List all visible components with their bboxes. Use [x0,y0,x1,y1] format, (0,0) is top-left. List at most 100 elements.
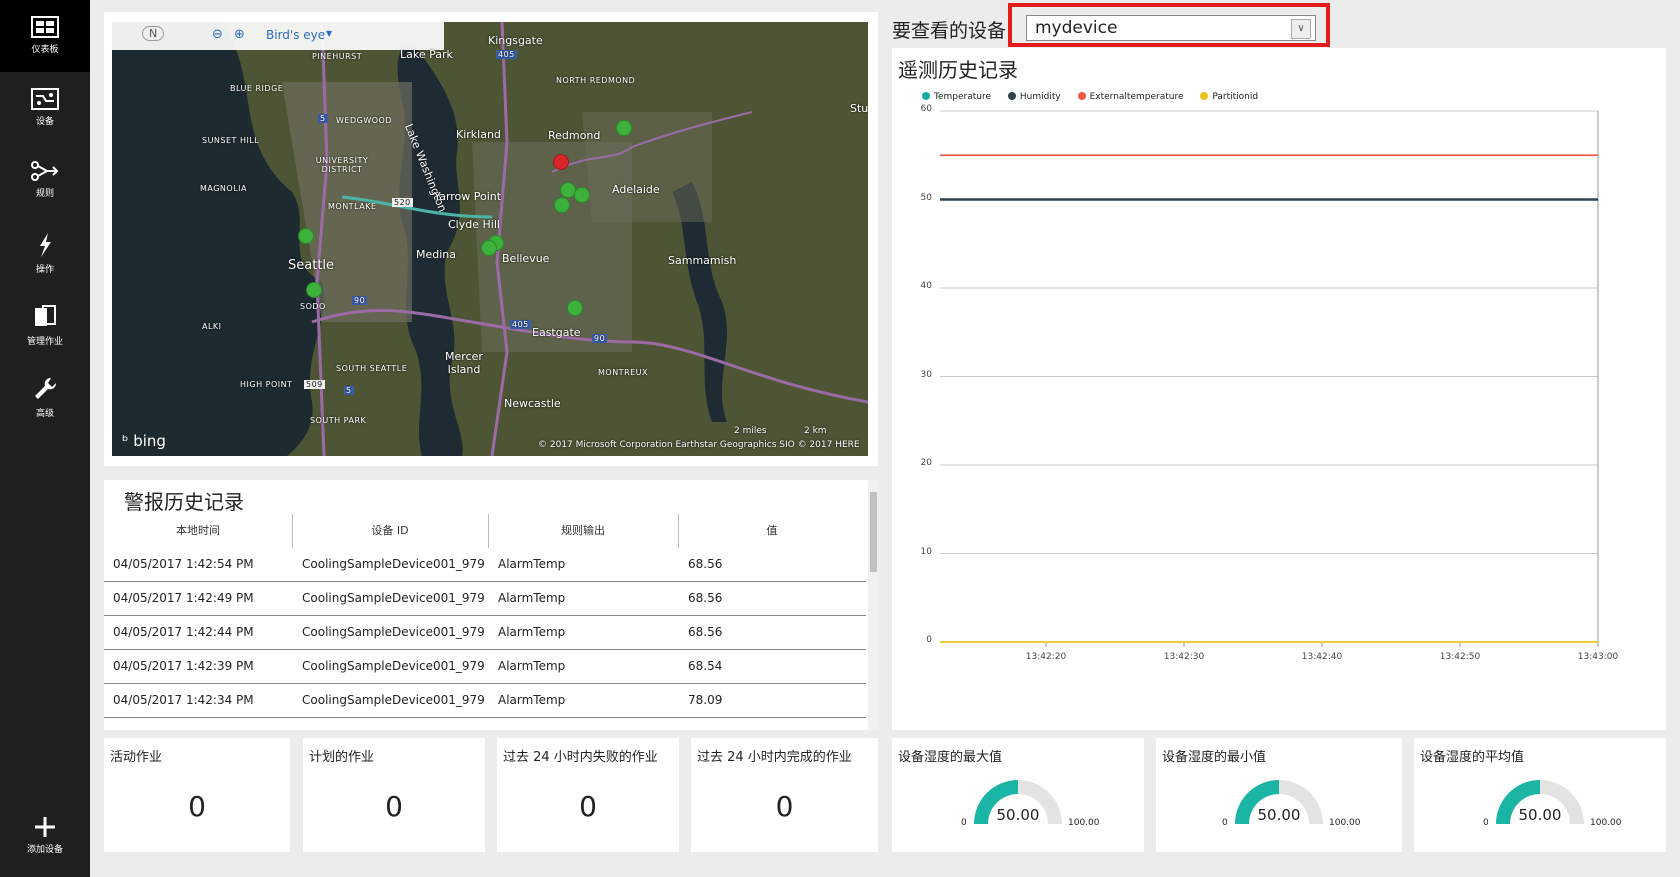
cell-time: 04/05/2017 1:42:39 PM [113,659,254,673]
highway-shield: 5 [344,386,354,395]
highway-shield: 405 [510,320,531,329]
legend-item-externaltemperature[interactable]: Externaltemperature [1077,92,1184,102]
tile-title: 计划的作业 [309,750,375,765]
sidebar-item-label: 高级 [35,409,54,419]
sidebar-item-rules[interactable]: 规则 [0,144,90,216]
sidebar: 仪表板 设备 规则 操作 管理作业 高级 添加设备 [0,0,90,877]
chevron-down-icon[interactable]: ▼ [326,29,332,38]
map-label: BLUE RIDGE [230,84,284,93]
gauge-max: 100.00 [1329,818,1361,828]
add-device-label: 添加设备 [26,845,63,855]
telemetry-panel: 遥测历史记录 Temperature Humidity Externaltemp… [892,48,1666,730]
chevron-down-icon[interactable]: ∨ [1291,19,1311,39]
cell-rule-output: AlarmTemp [498,659,566,673]
map-label: Bellevue [502,252,550,265]
cell-time: 04/05/2017 1:42:54 PM [113,557,254,571]
tile-scheduled-jobs[interactable]: 计划的作业 0 [303,738,485,852]
map-label: Clyde Hill [448,218,500,231]
map-label: Kingsgate [488,34,543,47]
highway-shield: 90 [592,334,608,343]
tile-value: 0 [775,790,794,823]
highway-shield: 90 [352,296,368,305]
tile-completed-jobs[interactable]: 过去 24 小时内完成的作业 0 [691,738,878,852]
table-row[interactable]: 04/05/2017 1:42:44 PM CoolingSampleDevic… [104,616,866,650]
table-row[interactable]: 04/05/2017 1:42:54 PM CoolingSampleDevic… [104,548,866,582]
gauge-max: 100.00 [1068,818,1100,828]
cell-value: 68.54 [688,659,723,673]
compass-button[interactable]: N [142,26,165,41]
lightning-icon [40,233,51,257]
x-tick-label: 13:43:00 [1577,652,1619,662]
map-label: Stu [850,102,868,115]
device-pin[interactable] [298,228,314,244]
sidebar-item-advanced[interactable]: 高级 [0,360,90,432]
device-select-label: 要查看的设备 [892,20,1007,42]
zoom-in-icon[interactable]: ⊕ [234,27,245,42]
map-label: PINEHURST [312,52,363,61]
sidebar-item-devices[interactable]: 设备 [0,72,90,144]
map-label: Medina [416,248,457,261]
device-pin[interactable] [306,282,322,298]
map-label: Lake Park [400,48,453,61]
scrollbar-thumb[interactable] [870,492,877,572]
device-pin[interactable] [554,197,570,213]
highway-shield: 405 [496,50,517,59]
map-view-dropdown[interactable]: Bird's eye [266,28,325,42]
sidebar-item-dashboard[interactable]: 仪表板 [0,0,90,72]
tile-title: 过去 24 小时内失败的作业 [503,750,658,765]
device-pin-alarm[interactable] [553,154,569,170]
cell-device-id: CoolingSampleDevice001_979 [302,659,485,673]
map-label: ALKI [202,322,222,331]
table-row[interactable]: 04/05/2017 1:42:39 PM CoolingSampleDevic… [104,650,866,684]
column-header-device-id[interactable]: 设备 ID [292,514,489,548]
map-label: MONTLAKE [328,202,377,211]
legend-label: Temperature [934,92,992,102]
device-pin[interactable] [481,240,497,256]
add-device-button[interactable]: 添加设备 [0,800,90,872]
sidebar-item-label: 操作 [35,265,54,275]
sidebar-item-actions[interactable]: 操作 [0,216,90,288]
cell-value: 68.56 [688,591,723,605]
cell-device-id: CoolingSampleDevice001_979 [302,625,485,639]
device-pin[interactable] [616,120,632,136]
y-tick-label: 0 [926,635,932,645]
y-tick-label: 30 [920,369,932,380]
tile-active-jobs[interactable]: 活动作业 0 [104,738,290,852]
device-pin[interactable] [567,300,583,316]
legend-dot [1200,92,1209,100]
legend-item-partitionid[interactable]: Partitionid [1200,92,1258,102]
jobs-icon [35,305,56,326]
map-label: Sammamish [668,254,737,267]
map-panel: N ⊖ ⊕ Bird's eye ▼ Kingsgate Lake Park P… [104,12,878,466]
tile-humidity-avg[interactable]: 设备湿度的平均值 50.00 0 100.00 [1414,738,1666,852]
column-header-local-time[interactable]: 本地时间 [104,514,293,548]
zoom-out-icon[interactable]: ⊖ [212,27,223,42]
gauge-min: 0 [961,818,967,828]
tile-failed-jobs[interactable]: 过去 24 小时内失败的作业 0 [497,738,679,852]
map-label: HIGH POINT [240,380,293,389]
table-row[interactable]: 04/05/2017 1:42:49 PM CoolingSampleDevic… [104,582,866,616]
tile-humidity-min[interactable]: 设备湿度的最小值 50.00 0 100.00 [1156,738,1402,852]
device-pin[interactable] [574,187,590,203]
legend-item-temperature[interactable]: Temperature [922,92,991,102]
sidebar-item-jobs[interactable]: 管理作业 [0,288,90,360]
alarm-scrollbar[interactable] [868,480,878,730]
table-row[interactable]: 04/05/2017 1:42:34 PM CoolingSampleDevic… [104,684,866,718]
map-label: SOUTH SEATTLE [336,364,408,373]
map-label: Seattle [288,258,335,273]
cell-device-id: CoolingSampleDevice001_979 [302,591,485,605]
legend-label: Humidity [1019,92,1061,102]
legend-item-humidity[interactable]: Humidity [1007,92,1061,102]
legend-dot [922,92,930,100]
column-header-value[interactable]: 值 [678,514,866,548]
tile-humidity-max[interactable]: 设备湿度的最大值 50.00 0 100.00 [892,738,1144,852]
y-tick-label: 20 [920,458,932,468]
x-tick-label: 13:42:20 [1025,652,1067,662]
cell-value: 68.56 [688,625,723,639]
chart-legend: Temperature Humidity Externaltemperature… [922,92,1272,102]
cell-time: 04/05/2017 1:42:44 PM [113,625,254,639]
device-select[interactable]: mydevice ∨ [1026,15,1316,41]
column-header-rule-output[interactable]: 规则输出 [488,514,679,548]
telemetry-chart [940,110,1599,647]
device-map[interactable]: N ⊖ ⊕ Bird's eye ▼ Kingsgate Lake Park P… [112,22,868,456]
